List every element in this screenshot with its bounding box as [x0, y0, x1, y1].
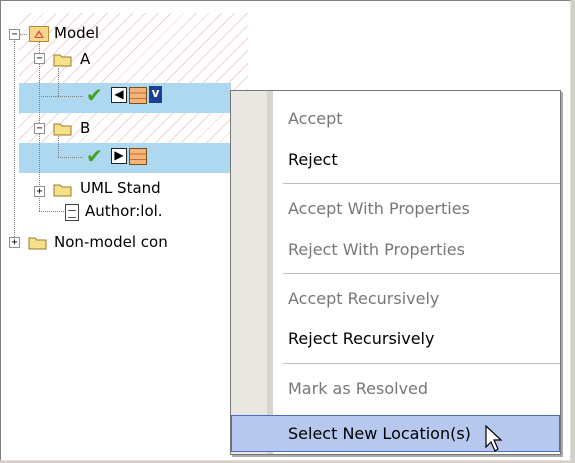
- tree-line: [39, 211, 64, 212]
- arrow-left-icon: ◀: [111, 87, 127, 103]
- menu-item-reject-recursively[interactable]: Reject Recursively: [288, 329, 434, 348]
- tree-line: [19, 34, 27, 35]
- folder-icon: [53, 54, 72, 67]
- tree-line: [58, 96, 83, 97]
- menu-separator: [283, 183, 560, 184]
- model-icon: [29, 26, 49, 42]
- collapse-root-icon[interactable]: −: [9, 29, 20, 40]
- tree-label-a[interactable]: A: [80, 50, 90, 68]
- expand-nonmodel-icon[interactable]: +: [9, 237, 20, 248]
- menu-item-reject[interactable]: Reject: [288, 150, 338, 169]
- check-icon: ✔: [86, 83, 103, 107]
- folder-icon: [28, 237, 47, 250]
- tree-label-uml[interactable]: UML Stand: [80, 179, 161, 197]
- version-badge: v: [149, 86, 162, 103]
- context-menu: Accept Reject Accept With Properties Rej…: [230, 90, 561, 455]
- menu-separator: [283, 273, 560, 274]
- document-icon: [65, 204, 79, 221]
- menu-item-accept[interactable]: Accept: [288, 109, 343, 128]
- check-icon: ✔: [86, 144, 103, 168]
- collapse-a-icon[interactable]: −: [34, 53, 45, 64]
- folder-icon: [53, 184, 72, 197]
- tree-line: [58, 157, 83, 158]
- element-icon: [129, 148, 147, 165]
- tree-line: [39, 96, 58, 97]
- menu-item-accept-recursively[interactable]: Accept Recursively: [288, 289, 439, 308]
- tree-line: [58, 68, 59, 96]
- expand-uml-icon[interactable]: +: [34, 186, 45, 197]
- menu-item-mark-as-resolved[interactable]: Mark as Resolved: [288, 379, 428, 398]
- tree-label-author[interactable]: Author:lol.: [85, 202, 163, 220]
- element-icon: [129, 87, 147, 104]
- menu-gutter: [231, 91, 273, 454]
- tree-label-nonmodel[interactable]: Non-model con: [54, 233, 168, 251]
- menu-item-select-new-location[interactable]: Select New Location(s): [288, 424, 471, 443]
- collapse-b-icon[interactable]: −: [34, 123, 45, 134]
- pointer-cursor: [485, 425, 503, 452]
- tree-label-b[interactable]: B: [80, 119, 90, 137]
- arrow-right-icon: ▶: [111, 148, 127, 164]
- folder-icon: [53, 123, 72, 136]
- tree-line: [14, 41, 15, 245]
- menu-item-reject-with-properties[interactable]: Reject With Properties: [288, 240, 465, 259]
- menu-separator: [283, 363, 560, 364]
- tree-label-model[interactable]: Model: [54, 24, 99, 42]
- menu-item-accept-with-properties[interactable]: Accept With Properties: [288, 199, 470, 218]
